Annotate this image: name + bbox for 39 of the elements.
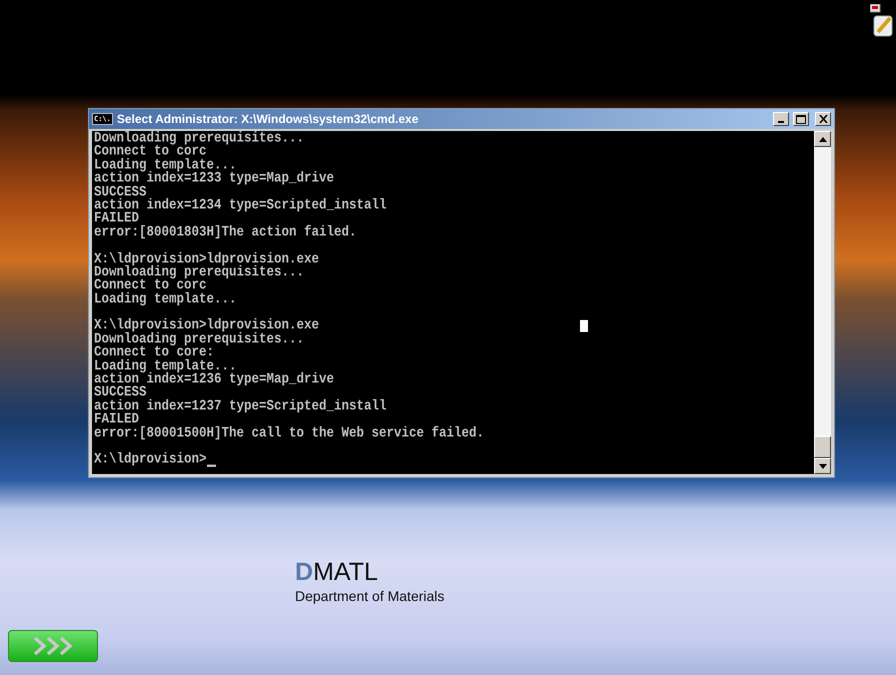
console-line: Downloading prerequisites...: [94, 131, 304, 146]
maximize-icon: [796, 114, 806, 124]
console-line: X:\ldprovision>: [94, 452, 207, 468]
scrollbar[interactable]: [814, 131, 831, 474]
notepad-icon[interactable]: [870, 4, 894, 38]
close-button[interactable]: [815, 112, 831, 126]
console-line: Downloading prerequisites...: [94, 332, 304, 347]
console-line: SUCCESS: [94, 385, 147, 400]
scroll-up-button[interactable]: [814, 131, 831, 147]
minimize-button[interactable]: [773, 112, 789, 126]
console-line: SUCCESS: [94, 184, 147, 200]
console-line: action index=1233 type=Map_drive: [94, 171, 334, 186]
console-line: X:\ldprovision>ldprovision.exe: [94, 252, 320, 266]
scroll-thumb[interactable]: [814, 436, 831, 458]
console-line: error:[80001803H]The action failed.: [94, 224, 357, 240]
console-line: Connect to corc: [94, 144, 207, 160]
console-line: action index=1237 type=Scripted_install: [94, 398, 387, 414]
console-line: Downloading prerequisites...: [94, 264, 304, 280]
chevrons-icon: [32, 636, 74, 656]
console-line: Connect to core:: [94, 345, 214, 360]
console-line: action index=1234 type=Scripted_install: [94, 198, 387, 213]
down-arrow-icon: [818, 464, 826, 468]
maximize-button[interactable]: [793, 112, 809, 126]
logo-letter: D: [295, 558, 314, 586]
console-line: X:\ldprovision>ldprovision.exe: [94, 318, 320, 334]
console-line: action index=1236 type=Map_drive: [94, 372, 334, 387]
scroll-down-button[interactable]: [814, 458, 831, 474]
up-arrow-icon: [818, 136, 826, 142]
console-line: error:[80001500H]The call to the Web service failed.: [94, 426, 484, 441]
console-line: Loading template...: [94, 292, 237, 308]
logo-text: MATL: [313, 558, 378, 586]
console-line: Connect to corc: [94, 278, 207, 294]
console-line: FAILED: [94, 412, 140, 428]
next-button[interactable]: [8, 630, 98, 662]
window-title: Select Administrator: X:\Windows\system32\cmd.exe: [116, 112, 420, 126]
console-line: FAILED: [94, 211, 140, 226]
close-icon: [818, 115, 828, 123]
block-cursor: [580, 320, 588, 332]
department-name: Department of Materials: [295, 588, 444, 604]
